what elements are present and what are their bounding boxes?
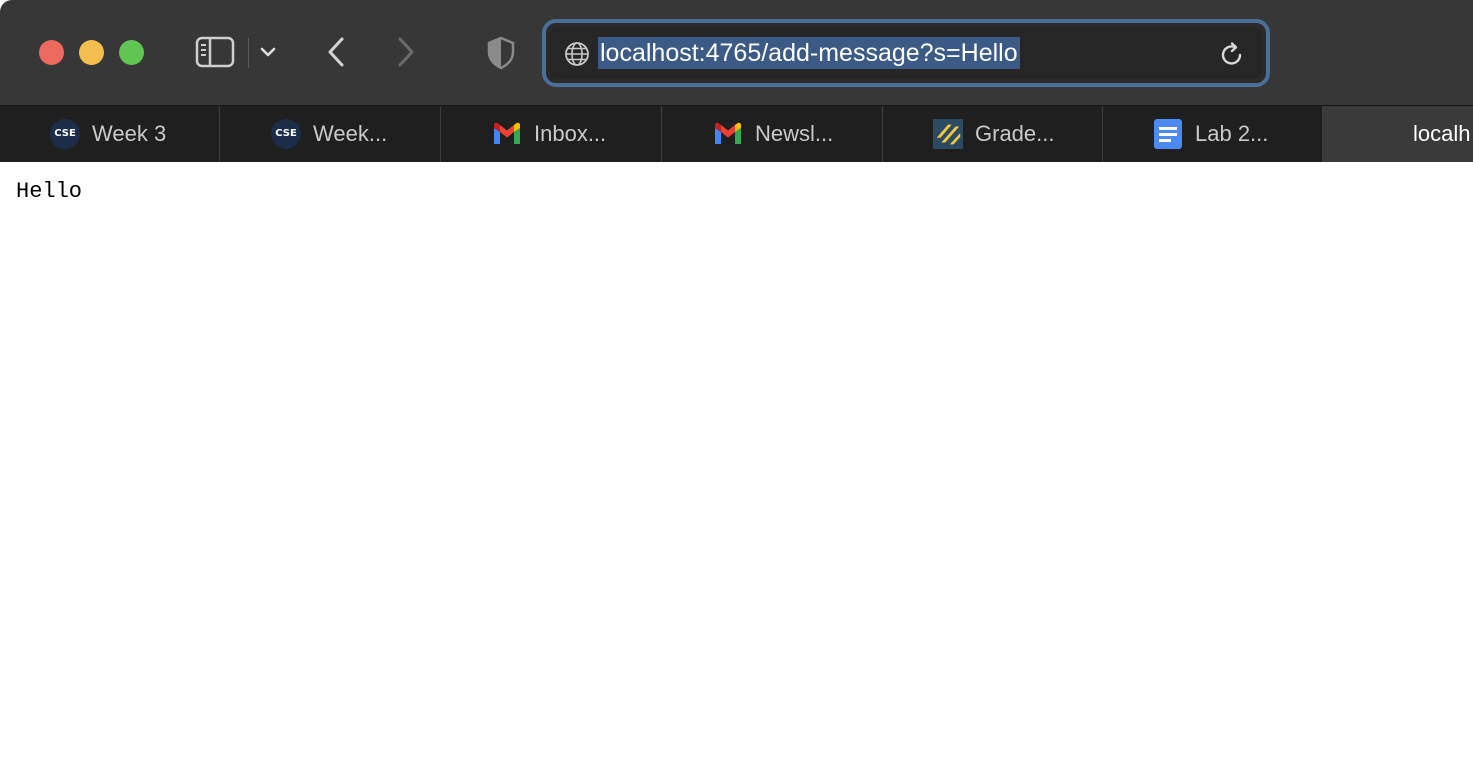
privacy-shield-icon[interactable] <box>486 36 516 70</box>
tab-week[interactable]: CSE Week... <box>221 106 441 162</box>
sidebar-toggle-icon[interactable] <box>195 35 235 69</box>
globe-icon <box>565 42 589 66</box>
tab-week-3[interactable]: CSE Week 3 <box>0 106 220 162</box>
gmail-icon <box>494 122 520 144</box>
address-field[interactable]: localhost:4765/add-message?s=Hello <box>550 27 1262 79</box>
tab-gradescope[interactable]: Grade... <box>883 106 1103 162</box>
tab-lab-2[interactable]: Lab 2... <box>1103 106 1323 162</box>
tab-label: Newsl... <box>755 121 834 146</box>
address-bar[interactable]: localhost:4765/add-message?s=Hello <box>542 19 1270 87</box>
tab-label: Week 3 <box>92 121 167 146</box>
gradescope-icon <box>933 119 963 149</box>
tab-label: Inbox... <box>534 121 607 146</box>
page-body-text: Hello <box>16 179 83 204</box>
close-window-button[interactable] <box>39 40 64 65</box>
chevron-down-icon[interactable] <box>258 44 278 60</box>
url-text[interactable]: localhost:4765/add-message?s=Hello <box>598 37 1020 69</box>
cse-logo-icon: CSE <box>50 119 80 149</box>
tab-inbox[interactable]: Inbox... <box>442 106 662 162</box>
browser-toolbar: localhost:4765/add-message?s=Hello <box>0 0 1473 105</box>
tab-localhost-active[interactable]: localh <box>1323 106 1473 162</box>
tab-bar: CSE Week 3 CSE Week... Inbox... Newsl... <box>0 105 1473 162</box>
tab-newsletter[interactable]: Newsl... <box>663 106 883 162</box>
cse-logo-icon: CSE <box>271 119 301 149</box>
minimize-window-button[interactable] <box>79 40 104 65</box>
tab-label: Lab 2... <box>1195 121 1269 146</box>
maximize-window-button[interactable] <box>119 40 144 65</box>
reload-icon[interactable] <box>1218 41 1246 69</box>
google-docs-icon <box>1154 119 1182 149</box>
forward-arrow-icon[interactable] <box>394 36 418 68</box>
tab-label: Week... <box>313 121 388 146</box>
tab-label: localh <box>1413 121 1471 146</box>
back-arrow-icon[interactable] <box>324 36 348 68</box>
gmail-icon <box>715 122 741 144</box>
toolbar-divider <box>248 38 249 68</box>
tab-label: Grade... <box>975 121 1055 146</box>
